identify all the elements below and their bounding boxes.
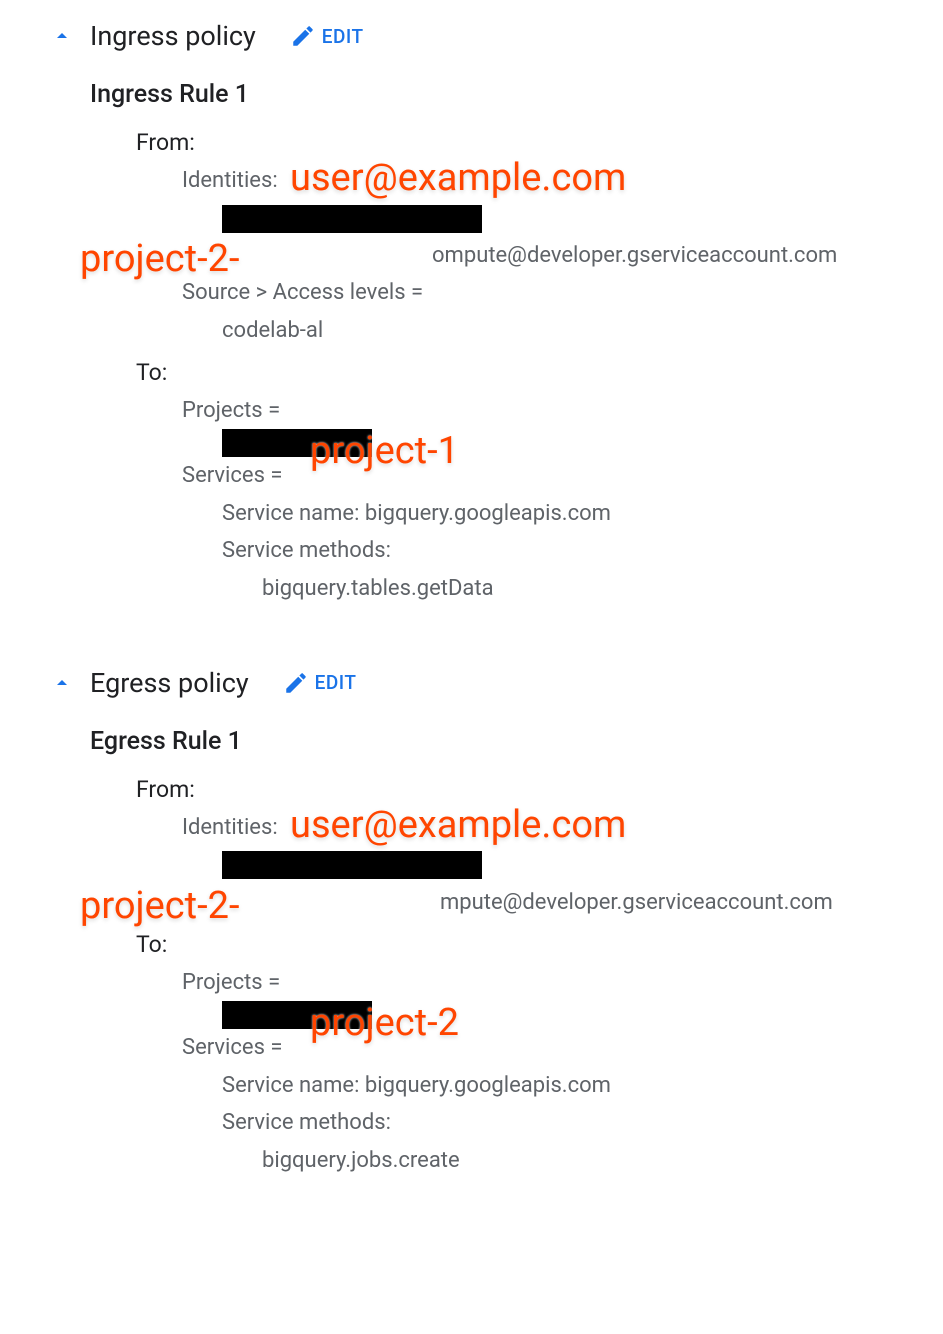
services-label: Services = xyxy=(90,1029,903,1066)
to-label: To: xyxy=(90,931,903,958)
service-name-row: Service name: bigquery.googleapis.com xyxy=(90,1067,903,1104)
to-label: To: xyxy=(90,359,903,386)
ingress-policy-header[interactable]: Ingress policy EDIT xyxy=(40,20,903,52)
service-name-row: Service name: bigquery.googleapis.com xyxy=(90,495,903,532)
from-label: From: xyxy=(90,129,903,156)
redacted-identity-1 xyxy=(90,199,903,236)
services-label: Services = xyxy=(90,457,903,494)
ingress-rule-block: Ingress Rule 1 From: Identities: user@ex… xyxy=(40,80,903,607)
edit-label: EDIT xyxy=(315,671,357,694)
projects-label: Projects = xyxy=(90,392,903,429)
chevron-up-icon[interactable] xyxy=(50,671,74,695)
egress-rule-title: Egress Rule 1 xyxy=(90,727,903,756)
service-method-value: bigquery.tables.getData xyxy=(90,570,903,607)
from-label: From: xyxy=(90,776,903,803)
pencil-icon xyxy=(290,23,316,49)
access-level-value: codelab-al xyxy=(90,312,903,349)
sa-suffix: mpute@developer.gserviceaccount.com xyxy=(440,884,833,921)
egress-policy-title: Egress policy xyxy=(90,667,249,699)
sa-suffix: ompute@developer.gserviceaccount.com xyxy=(432,237,837,274)
service-account-line: project-2- mpute@developer.gserviceaccou… xyxy=(90,884,903,921)
ingress-policy-title: Ingress policy xyxy=(90,20,256,52)
redacted-project-row: project-1 xyxy=(90,429,903,457)
annotation-project2dash: project-2- xyxy=(80,874,239,939)
projects-label: Projects = xyxy=(90,964,903,1001)
service-account-line: project-2- ompute@developer.gserviceacco… xyxy=(90,237,903,274)
service-methods-label: Service methods: xyxy=(90,1104,903,1141)
egress-policy-header[interactable]: Egress policy EDIT xyxy=(40,667,903,699)
chevron-up-icon[interactable] xyxy=(50,24,74,48)
source-access-label: Source > Access levels = xyxy=(90,274,903,311)
identities-label: Identities: xyxy=(182,809,278,846)
identities-label: Identities: xyxy=(182,162,278,199)
redacted-identity-2 xyxy=(90,846,903,883)
identities-row: Identities: user@example.com xyxy=(90,162,903,199)
edit-label: EDIT xyxy=(322,25,364,48)
redacted-project-row: project-2 xyxy=(90,1001,903,1029)
egress-edit-button[interactable]: EDIT xyxy=(283,670,357,696)
identities-row: Identities: user@example.com xyxy=(90,809,903,846)
ingress-edit-button[interactable]: EDIT xyxy=(290,23,364,49)
egress-rule-block: Egress Rule 1 From: Identities: user@exa… xyxy=(40,727,903,1179)
service-methods-label: Service methods: xyxy=(90,532,903,569)
pencil-icon xyxy=(283,670,309,696)
ingress-rule-title: Ingress Rule 1 xyxy=(90,80,903,109)
service-method-value: bigquery.jobs.create xyxy=(90,1142,903,1179)
